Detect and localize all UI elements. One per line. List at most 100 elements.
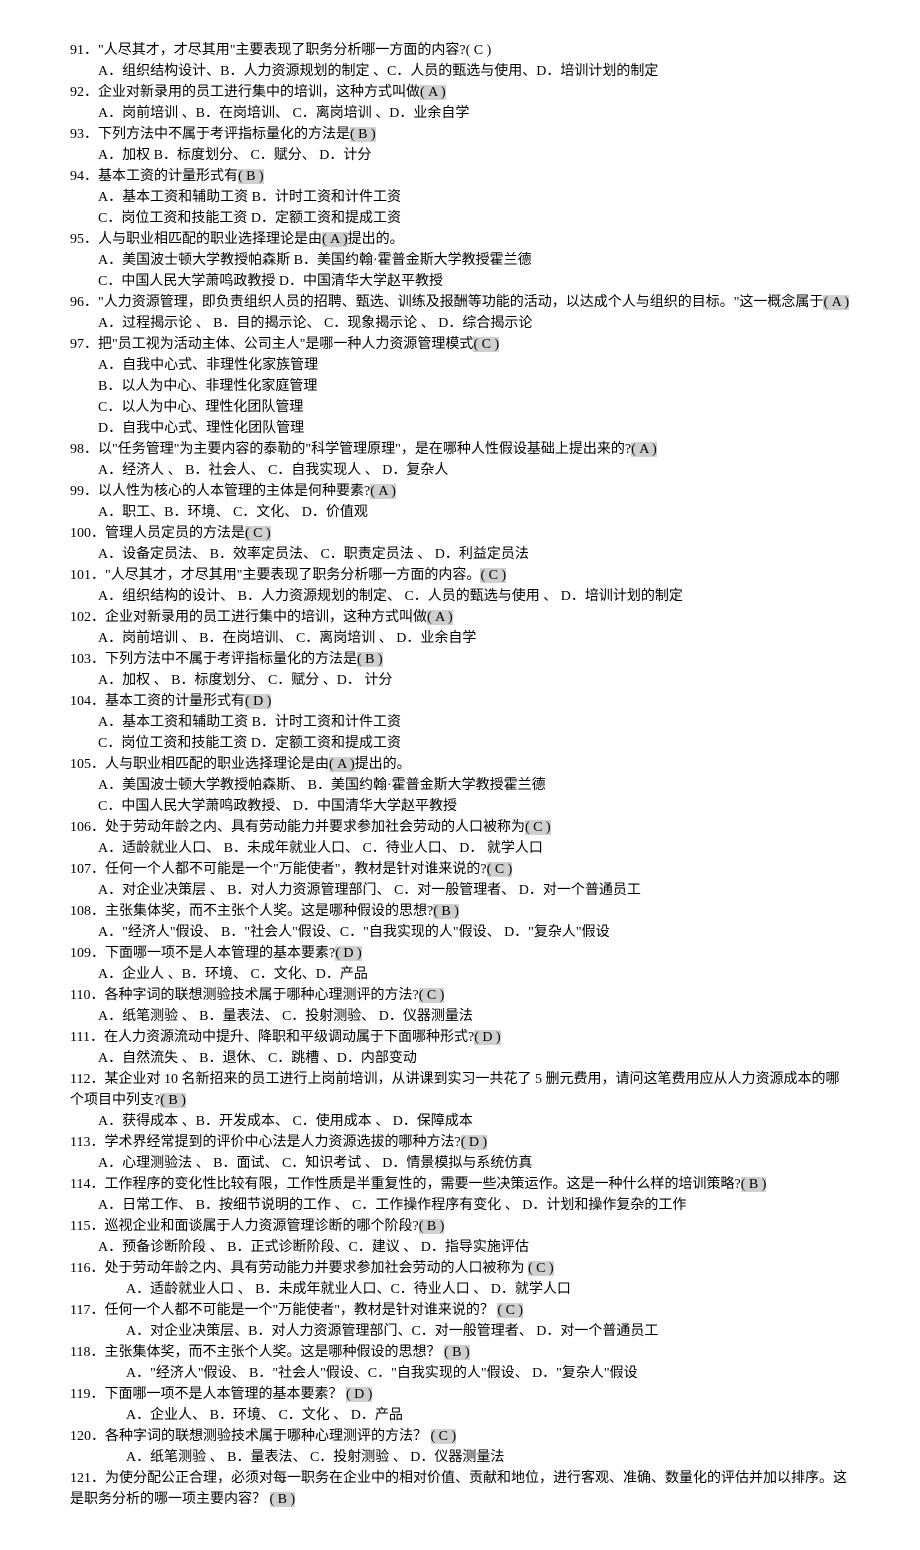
question-number: 117 [70, 1303, 90, 1318]
question-number: 107 [70, 862, 91, 877]
option-line: A．过程揭示论 、 B．目的揭示论、 C．现象揭示论 、 D．综合揭示论 [98, 313, 850, 334]
option-line: A．企业人、 B．环境、 C．文化 、 D．产品 [126, 1405, 850, 1426]
question-text: ．各种字词的联想测验技术属于哪种心理测评的方法？ [91, 1429, 431, 1444]
option-line: A．加权 B．标度划分、 C．赋分、 D．计分 [98, 145, 850, 166]
answer-highlight: ( A ) [370, 484, 396, 499]
question-117: 117．任何一个人都不可能是一个"万能使者"，教材是针对谁来说的？ ( C ) [70, 1300, 850, 1321]
question-94: 94．基本工资的计量形式有( B ) [70, 166, 850, 187]
question-text: ．管理人员定员的方法是 [91, 526, 245, 541]
question-number: 121 [70, 1471, 91, 1486]
question-103: 103．下列方法中不属于考评指标量化的方法是( B ) [70, 649, 850, 670]
answer-highlight: ( B ) [350, 127, 376, 142]
question-number: 101 [70, 568, 91, 583]
option-line: A．基本工资和辅助工资 B．计时工资和计件工资 [98, 712, 850, 733]
question-text: ．下列方法中不属于考评指标量化的方法是 [84, 127, 350, 142]
question-96: 96．"人力资源管理，即负责组织人员的招聘、甄选、训练及报酬等功能的活动，以达成… [70, 292, 850, 313]
question-number: 93 [70, 127, 84, 142]
question-number: 119 [70, 1387, 90, 1402]
question-text: ．主张集体奖，而不主张个人奖。这是哪种假设的思想？ [90, 1345, 444, 1360]
option-line: C．中国人民大学萧鸣政教授 D．中国清华大学赵平教授 [98, 271, 850, 292]
answer-highlight: ( B ) [357, 652, 383, 667]
question-text: ．任何一个人都不可能是一个"万能使者"，教材是针对谁来说的? [91, 862, 487, 877]
option-line: A．设备定员法、 B．效率定员法、 C．职责定员法 、 D．利益定员法 [98, 544, 850, 565]
answer-highlight: ( D ) [461, 1135, 487, 1150]
option-line: A．心理测验法 、 B．面试、 C．知识考试 、 D．情景模拟与系统仿真 [98, 1153, 850, 1174]
question-95: 95．人与职业相匹配的职业选择理论是由( A )提出的。 [70, 229, 850, 250]
option-line: C．岗位工资和技能工资 D．定额工资和提成工资 [98, 733, 850, 754]
question-114: 114．工作程序的变化性比较有限，工作性质是半重复性的，需要一些决策运作。这是一… [70, 1174, 850, 1195]
question-text: ．"人力资源管理，即负责组织人员的招聘、甄选、训练及报酬等功能的活动，以达成个人… [84, 295, 823, 310]
question-number: 108 [70, 904, 91, 919]
option-line: C．中国人民大学萧鸣政教授、 D．中国清华大学赵平教授 [98, 796, 850, 817]
option-line: A．对企业决策层、B．对人力资源管理部门、C．对一般管理者、 D．对一个普通员工 [126, 1321, 850, 1342]
option-line: A．美国波士顿大学教授帕森斯、 B．美国约翰·霍普金斯大学教授霍兰德 [98, 775, 850, 796]
question-110: 110．各种字词的联想测验技术属于哪种心理测评的方法?( C ) [70, 985, 850, 1006]
option-line: A．组织结构的设计、 B．人力资源规划的制定、 C．人员的甄选与使用 、 D．培… [98, 586, 850, 607]
question-number: 97 [70, 337, 84, 352]
option-line: A．日常工作、 B．按细节说明的工作 、 C．工作操作程序有变化 、 D．计划和… [98, 1195, 850, 1216]
answer-highlight: ( B ) [238, 169, 264, 184]
question-number: 96 [70, 295, 84, 310]
question-109: 109．下面哪一项不是人本管理的基本要素?( D ) [70, 943, 850, 964]
option-line: A．企业人 、B．环境、 C．文化、D．产品 [98, 964, 850, 985]
question-113: 113．学术界经常提到的评价中心法是人力资源选拔的哪种方法?( D ) [70, 1132, 850, 1153]
question-number: 106 [70, 820, 91, 835]
option-line: A．职工、B．环境、 C．文化、 D．价值观 [98, 502, 850, 523]
question-text: ．人与职业相匹配的职业选择理论是由 [91, 757, 329, 772]
question-104: 104．基本工资的计量形式有( D ) [70, 691, 850, 712]
option-line: A．岗前培训 、 B．在岗培训、 C．离岗培训 、 D．业余自学 [98, 628, 850, 649]
option-line: A．适龄就业人口、 B．未成年就业人口、 C．待业人口、 D． 就学人口 [98, 838, 850, 859]
question-text: ．基本工资的计量形式有 [91, 694, 245, 709]
answer-highlight: ( C ) [245, 526, 271, 541]
question-number: 118 [70, 1345, 90, 1360]
question-text: ．为使分配公正合理，必须对每一职务在企业中的相对价值、贡献和地位，进行客观、准确… [70, 1471, 847, 1507]
question-number: 111 [70, 1030, 90, 1045]
option-line: A．"经济人"假设、 B．"社会人"假设、C．"自我实现的人"假设、 D．"复杂… [126, 1363, 850, 1384]
question-text: ．工作程序的变化性比较有限，工作性质是半重复性的，需要一些决策运作。这是一种什么… [90, 1177, 740, 1192]
question-number: 105 [70, 757, 91, 772]
answer-highlight: ( B ) [419, 1219, 445, 1234]
option-line: A．加权 、 B．标度划分、 C．赋分 、D． 计分 [98, 670, 850, 691]
question-number: 116 [70, 1261, 90, 1276]
question-number: 92 [70, 85, 84, 100]
question-number: 115 [70, 1219, 90, 1234]
question-number: 112 [70, 1072, 90, 1087]
question-text: ．企业对新录用的员工进行集中的培训，这种方式叫做 [91, 610, 427, 625]
option-line: A．岗前培训 、B．在岗培训、 C．离岗培训 、D．业余自学 [98, 103, 850, 124]
option-line: D．自我中心式、理性化团队管理 [98, 418, 850, 439]
option-line: A．纸笔测验 、 B．量表法、 C．投射测验 、 D．仪器测量法 [126, 1447, 850, 1468]
option-line: A．美国波士顿大学教授帕森斯 B．美国约翰·霍普金斯大学教授霍兰德 [98, 250, 850, 271]
option-line: A．组织结构设计、B．人力资源规划的制定 、C．人员的甄选与使用、D．培训计划的… [98, 61, 850, 82]
question-111: 111．在人力资源流动中提升、降职和平级调动属于下面哪种形式?( D ) [70, 1027, 850, 1048]
question-text: ．基本工资的计量形式有 [84, 169, 238, 184]
question-number: 114 [70, 1177, 90, 1192]
answer-highlight: ( C ) [497, 1303, 523, 1318]
question-number: 120 [70, 1429, 91, 1444]
answer-highlight: ( D ) [335, 946, 361, 961]
question-118: 118．主张集体奖，而不主张个人奖。这是哪种假设的思想？ ( B ) [70, 1342, 850, 1363]
answer-highlight: ( C ) [431, 1429, 457, 1444]
question-text: ．把"员工视为活动主体、公司主人"是哪一种人力资源管理模式 [84, 337, 473, 352]
question-list: 91．"人尽其才，才尽其用"主要表现了职务分析哪一方面的内容?( C )A．组织… [70, 40, 850, 1510]
question-text: ．处于劳动年龄之内、具有劳动能力并要求参加社会劳动的人口被称为 [91, 820, 525, 835]
option-line: A．适龄就业人口 、 B．未成年就业人口、C．待业人口 、 D．就学人口 [126, 1279, 850, 1300]
option-line: A．经济人 、 B．社会人、 C．自我实现人 、 D．复杂人 [98, 460, 850, 481]
answer-highlight: ( C ) [480, 568, 506, 583]
question-number: 98 [70, 442, 84, 457]
option-line: C．以人为中心、理性化团队管理 [98, 397, 850, 418]
answer-highlight: ( D ) [245, 694, 271, 709]
question-text: ．人与职业相匹配的职业选择理论是由 [84, 232, 322, 247]
option-line: A．对企业决策层 、 B．对人力资源管理部门、 C．对一般管理者、 D．对一个普… [98, 880, 850, 901]
question-text: ．企业对新录用的员工进行集中的培训，这种方式叫做 [84, 85, 420, 100]
answer-highlight: ( C ) [487, 862, 513, 877]
question-105: 105．人与职业相匹配的职业选择理论是由( A )提出的。 [70, 754, 850, 775]
option-line: A．基本工资和辅助工资 B．计时工资和计件工资 [98, 187, 850, 208]
answer-highlight: ( B ) [444, 1345, 470, 1360]
question-107: 107．任何一个人都不可能是一个"万能使者"，教材是针对谁来说的?( C ) [70, 859, 850, 880]
question-98: 98．以"任务管理"为主要内容的泰勒的"科学管理原理"，是在哪种人性假设基础上提… [70, 439, 850, 460]
question-93: 93．下列方法中不属于考评指标量化的方法是( B ) [70, 124, 850, 145]
question-text: ．以人性为核心的人本管理的主体是何种要素? [84, 484, 370, 499]
answer-highlight: ( C ) [473, 337, 499, 352]
option-line: A．纸笔测验 、 B．量表法、 C．投射测验、 D．仪器测量法 [98, 1006, 850, 1027]
question-text: ．处于劳动年龄之内、具有劳动能力并要求参加社会劳动的人口被称为 [90, 1261, 528, 1276]
